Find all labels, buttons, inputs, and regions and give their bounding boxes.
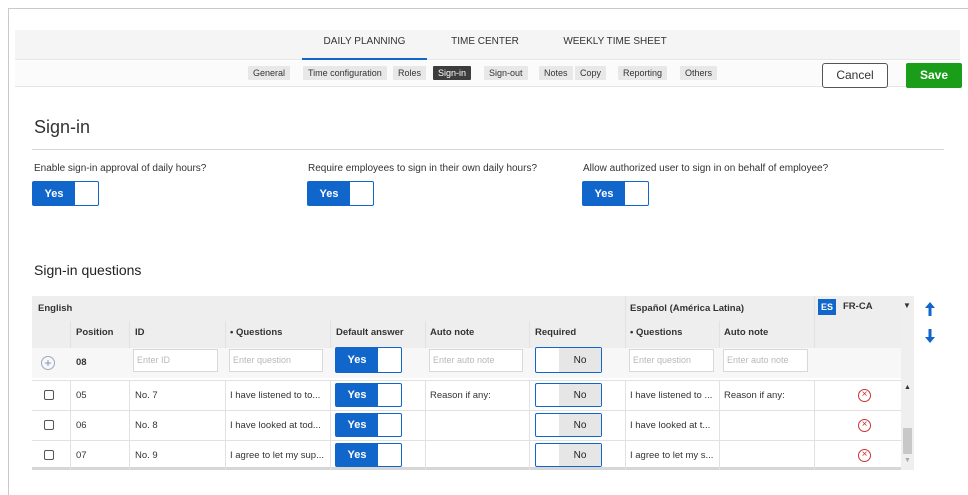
new-auto-note-input[interactable]: Enter auto note bbox=[429, 349, 523, 372]
row-id: No. 8 bbox=[135, 420, 158, 431]
subnav-time-configuration[interactable]: Time configuration bbox=[303, 66, 387, 80]
subnav-reporting[interactable]: Reporting bbox=[618, 66, 668, 80]
row-required-toggle[interactable]: No bbox=[535, 383, 602, 407]
col-auto-note: Auto note bbox=[430, 327, 475, 338]
toggle-on-label: Yes bbox=[336, 384, 378, 406]
add-circle-icon[interactable]: + bbox=[41, 356, 55, 370]
row-es-auto-note[interactable]: Reason if any: bbox=[724, 390, 785, 401]
row-checkbox[interactable] bbox=[44, 450, 54, 460]
setting-approval-toggle[interactable]: Yes bbox=[32, 181, 99, 206]
col-es-auto-note: Auto note bbox=[724, 327, 769, 338]
tab-time-center[interactable]: TIME CENTER bbox=[450, 30, 520, 60]
scroll-down-icon[interactable]: ▼ bbox=[904, 457, 911, 464]
table-row: 05 No. 7 I have listened to to... Yes Re… bbox=[32, 380, 914, 410]
col-id: ID bbox=[135, 327, 145, 338]
col-required: Required bbox=[535, 327, 577, 338]
row-position: 05 bbox=[76, 390, 87, 401]
row-required-toggle[interactable]: No bbox=[535, 413, 602, 437]
toggle-on-label: Yes bbox=[336, 348, 378, 372]
language-es-button[interactable]: ES bbox=[818, 299, 836, 315]
row-default-answer-toggle[interactable]: Yes bbox=[335, 443, 402, 467]
subnav-sign-out[interactable]: Sign-out bbox=[484, 66, 528, 80]
toggle-off-label: No bbox=[559, 444, 601, 466]
subnav-copy[interactable]: Copy bbox=[575, 66, 607, 80]
row-question[interactable]: I have looked at tod... bbox=[230, 420, 321, 431]
row-default-answer-toggle[interactable]: Yes bbox=[335, 383, 402, 407]
row-auto-note[interactable]: Reason if any: bbox=[430, 390, 491, 401]
grid-header bbox=[32, 296, 914, 348]
section-title-sign-in-questions: Sign-in questions bbox=[34, 262, 142, 278]
row-id: No. 7 bbox=[135, 390, 158, 401]
remove-icon[interactable]: × bbox=[858, 449, 871, 462]
new-default-answer-toggle[interactable]: Yes bbox=[335, 347, 402, 373]
remove-icon[interactable]: × bbox=[858, 419, 871, 432]
row-es-question[interactable]: I have looked at t... bbox=[630, 420, 710, 431]
subnav-roles[interactable]: Roles bbox=[393, 66, 427, 80]
setting-own-hours-label: Require employees to sign in their own d… bbox=[308, 163, 538, 174]
toggle-off-label: No bbox=[559, 384, 601, 406]
toggle-on-label: Yes bbox=[336, 414, 378, 436]
setting-own-hours-toggle[interactable]: Yes bbox=[307, 181, 374, 206]
col-default-answer: Default answer bbox=[336, 327, 404, 338]
language-frca-button[interactable]: FR-CA bbox=[843, 301, 873, 312]
toggle-off-label: No bbox=[559, 348, 601, 372]
tab-daily-planning[interactable]: DAILY PLANNING bbox=[302, 30, 427, 60]
toggle-on-label: Yes bbox=[583, 182, 625, 205]
sub-nav: General Time configuration Roles Sign-in… bbox=[15, 61, 960, 87]
new-question-row: + 08 Enter ID Enter question Yes Enter a… bbox=[32, 347, 914, 378]
divider bbox=[32, 149, 944, 150]
table-row: 06 No. 8 I have looked at tod... Yes No … bbox=[32, 410, 914, 440]
toggle-on-label: Yes bbox=[33, 182, 75, 205]
scroll-thumb[interactable] bbox=[903, 428, 912, 454]
questions-grid: English Español (América Latina) Positio… bbox=[32, 296, 914, 470]
toggle-off-label: No bbox=[559, 414, 601, 436]
row-es-question[interactable]: I have listened to ... bbox=[630, 390, 712, 401]
toggle-on-label: Yes bbox=[308, 182, 350, 205]
setting-on-behalf-label: Allow authorized user to sign in on beha… bbox=[583, 163, 829, 174]
new-id-input[interactable]: Enter ID bbox=[133, 349, 218, 372]
col-position: Position bbox=[76, 327, 114, 338]
col-es-questions: • Questions bbox=[630, 327, 683, 338]
row-question[interactable]: I agree to let my sup... bbox=[230, 450, 324, 461]
save-button[interactable]: Save bbox=[906, 63, 962, 88]
new-es-question-input[interactable]: Enter question bbox=[629, 349, 714, 372]
row-checkbox[interactable] bbox=[44, 390, 54, 400]
row-es-question[interactable]: I agree to let my s... bbox=[630, 450, 713, 461]
row-default-answer-toggle[interactable]: Yes bbox=[335, 413, 402, 437]
tab-weekly-time-sheet[interactable]: WEEKLY TIME SHEET bbox=[560, 30, 670, 60]
table-row: 07 No. 9 I agree to let my sup... Yes No… bbox=[32, 440, 914, 470]
new-es-auto-note-input[interactable]: Enter auto note bbox=[723, 349, 808, 372]
cancel-button[interactable]: Cancel bbox=[822, 63, 888, 88]
group-spanish: Español (América Latina) bbox=[630, 303, 745, 314]
row-checkbox[interactable] bbox=[44, 420, 54, 430]
move-up-arrow-icon[interactable] bbox=[924, 301, 936, 317]
new-row-position: 08 bbox=[76, 357, 87, 368]
new-required-toggle[interactable]: No bbox=[535, 347, 602, 373]
subnav-general[interactable]: General bbox=[248, 66, 291, 80]
setting-approval-label: Enable sign-in approval of daily hours? bbox=[34, 163, 207, 174]
new-question-input[interactable]: Enter question bbox=[229, 349, 323, 372]
group-english: English bbox=[38, 303, 73, 314]
remove-icon[interactable]: × bbox=[858, 389, 871, 402]
col-questions: • Questions bbox=[230, 327, 283, 338]
row-position: 07 bbox=[76, 450, 87, 461]
subnav-sign-in[interactable]: Sign-in bbox=[433, 66, 472, 80]
row-required-toggle[interactable]: No bbox=[535, 443, 602, 467]
scroll-up-arrow-icon[interactable]: ▼ bbox=[903, 301, 911, 310]
subnav-notes[interactable]: Notes bbox=[539, 66, 573, 80]
scroll-up-icon[interactable]: ▲ bbox=[904, 384, 911, 391]
row-id: No. 9 bbox=[135, 450, 158, 461]
setting-on-behalf-toggle[interactable]: Yes bbox=[582, 181, 649, 206]
move-down-arrow-icon[interactable] bbox=[924, 328, 936, 344]
toggle-on-label: Yes bbox=[336, 444, 378, 466]
grid-scrollbar[interactable]: ▼ ▲ ▼ bbox=[901, 296, 914, 470]
subnav-others[interactable]: Others bbox=[680, 66, 718, 80]
row-question[interactable]: I have listened to to... bbox=[230, 390, 320, 401]
top-nav: DAILY PLANNING TIME CENTER WEEKLY TIME S… bbox=[15, 30, 960, 60]
row-position: 06 bbox=[76, 420, 87, 431]
page-title: Sign-in bbox=[34, 117, 91, 137]
